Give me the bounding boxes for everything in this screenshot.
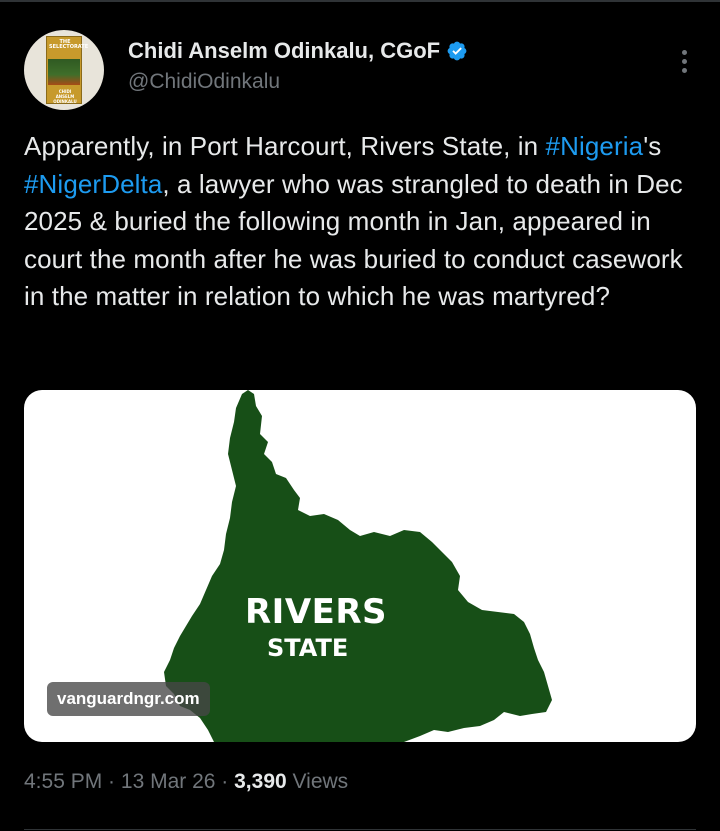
image-source-watermark: vanguardngr.com <box>47 682 210 716</box>
author-names: Chidi Anselm Odinkalu, CGoF @ChidiOdinka… <box>128 38 468 94</box>
meta-separator: · <box>102 770 121 793</box>
tweet-media-image[interactable]: RIVERS STATE vanguardngr.com <box>24 390 696 742</box>
tweet-text: Apparently, in Port Harcourt, Rivers Sta… <box>24 128 696 316</box>
avatar-book-cover: THE SELECTORATE CHIDI ANSELM ODINKALU <box>46 36 89 104</box>
tweet-date[interactable]: 13 Mar 26 <box>121 770 216 793</box>
tweet-text-segment: Apparently, in Port Harcourt, Rivers Sta… <box>24 131 546 161</box>
views-label: Views <box>292 770 349 793</box>
author-display-name[interactable]: Chidi Anselm Odinkalu, CGoF <box>128 38 440 64</box>
avatar[interactable]: THE SELECTORATE CHIDI ANSELM ODINKALU <box>24 30 104 110</box>
top-divider <box>0 0 720 2</box>
avatar-book-author: CHIDI ANSELM ODINKALU <box>53 89 77 104</box>
avatar-book-title: THE SELECTORATE <box>49 39 89 50</box>
tweet-time[interactable]: 4:55 PM <box>24 770 102 793</box>
tweet-header: THE SELECTORATE CHIDI ANSELM ODINKALU Ch… <box>24 30 696 110</box>
views-count: 3,390 <box>234 770 287 793</box>
map-label-state: STATE <box>267 634 349 662</box>
hashtag-nigerdelta[interactable]: #NigerDelta <box>24 169 162 199</box>
author-display-name-row[interactable]: Chidi Anselm Odinkalu, CGoF <box>128 38 468 64</box>
more-options-icon[interactable] <box>680 50 688 76</box>
bottom-divider <box>24 829 696 830</box>
tweet-metadata: 4:55 PM · 13 Mar 26 · 3,390 Views <box>24 770 348 794</box>
meta-separator: · <box>215 770 235 793</box>
hashtag-nigeria[interactable]: #Nigeria <box>546 131 644 161</box>
verified-badge-icon <box>447 41 467 61</box>
tweet-text-segment: 's <box>643 131 662 161</box>
map-label-rivers: RIVERS <box>245 592 388 632</box>
author-handle[interactable]: @ChidiOdinkalu <box>128 70 468 94</box>
